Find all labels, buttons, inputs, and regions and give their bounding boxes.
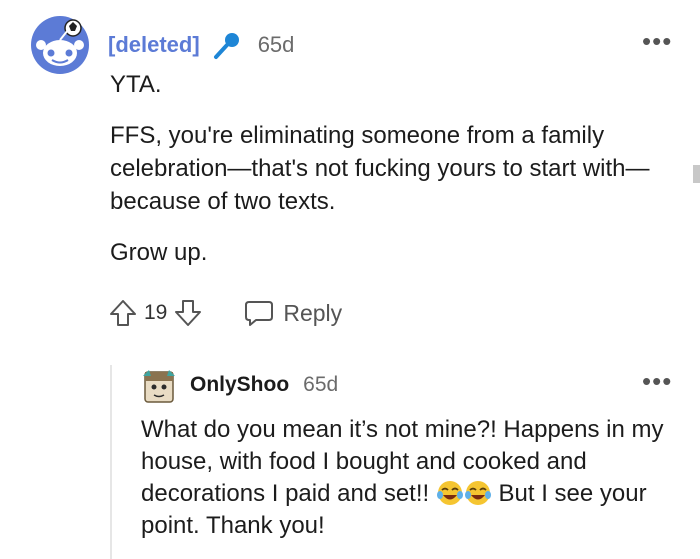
joy-emoji-icon (436, 480, 464, 506)
timestamp: 65d (257, 32, 295, 57)
reply-body: What do you mean it’s not mine?! Happens… (141, 414, 681, 542)
upvote-arrow-icon[interactable] (108, 298, 138, 328)
comment-paragraph: Grow up. (110, 239, 208, 266)
username[interactable]: OnlyShoo (190, 373, 289, 397)
vote-count: 19 (144, 301, 168, 324)
comment-body: YTA. FFS, you're eliminating someone fro… (110, 68, 680, 287)
reply-label: Reply (283, 299, 343, 326)
user-avatar-icon[interactable] (141, 366, 177, 404)
comment-meta: [deleted] 65d (108, 30, 294, 60)
microphone-icon (212, 30, 242, 60)
comment-actions: 19 Reply (108, 295, 342, 331)
downvote-arrow-icon[interactable] (173, 298, 203, 328)
scrollbar-thumb[interactable] (693, 165, 700, 183)
snoo-avatar-icon[interactable] (30, 15, 90, 75)
top-level-comment: [deleted] 65d ••• YTA. FFS, you're elimi… (0, 0, 700, 340)
username[interactable]: [deleted] (108, 32, 200, 58)
more-dots-icon[interactable]: ••• (642, 368, 672, 394)
speech-bubble-icon (243, 298, 275, 328)
thread-line[interactable] (110, 365, 112, 559)
reply-button[interactable]: Reply (243, 298, 342, 328)
comment-paragraph: FFS, you're eliminating someone from a f… (110, 122, 650, 215)
comment-paragraph: YTA. (110, 71, 162, 98)
timestamp: 65d (303, 373, 339, 396)
more-dots-icon[interactable]: ••• (642, 28, 672, 54)
reply-meta: OnlyShoo 65d (190, 370, 338, 400)
joy-emoji-icon (464, 480, 492, 506)
